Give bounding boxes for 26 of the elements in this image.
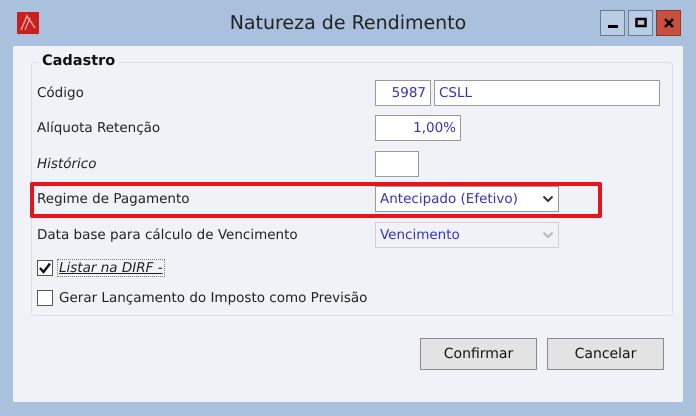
dialog-button[interactable]: Cancelar: [547, 338, 664, 370]
dropdown[interactable]: Antecipado (Efetivo): [375, 186, 559, 212]
input-field[interactable]: [375, 150, 419, 177]
checkbox[interactable]: [37, 260, 53, 276]
dialog-button[interactable]: Confirmar: [420, 338, 537, 370]
input-field[interactable]: 1,00%: [375, 115, 461, 142]
code-field[interactable]: 5987: [375, 80, 431, 106]
maximize-button[interactable]: [628, 10, 653, 36]
chevron-icon: [542, 230, 554, 239]
field-label: Código: [37, 84, 85, 101]
field-label: Regime de Pagamento: [37, 191, 191, 208]
description-field[interactable]: CSLL: [434, 80, 660, 106]
field-label: Data base para cálculo de Vencimento: [37, 226, 299, 243]
close-icon: [662, 17, 674, 29]
maximize-icon: [634, 17, 646, 29]
chevron-icon: [542, 195, 554, 204]
minimize-button[interactable]: [600, 10, 625, 36]
window-title: Natureza de Rendimento: [230, 12, 466, 34]
close-button[interactable]: [656, 10, 681, 36]
minimize-icon: [608, 24, 618, 28]
field-label: Histórico: [37, 156, 98, 172]
field-label: Alíquota Retenção: [37, 120, 162, 136]
app-icon: [17, 12, 39, 34]
checkbox-label: Gerar Lançamento do Imposto como Previsão: [58, 288, 368, 306]
checkbox-label: Listar na DIRF -: [57, 258, 165, 276]
checkbox[interactable]: [37, 290, 53, 306]
